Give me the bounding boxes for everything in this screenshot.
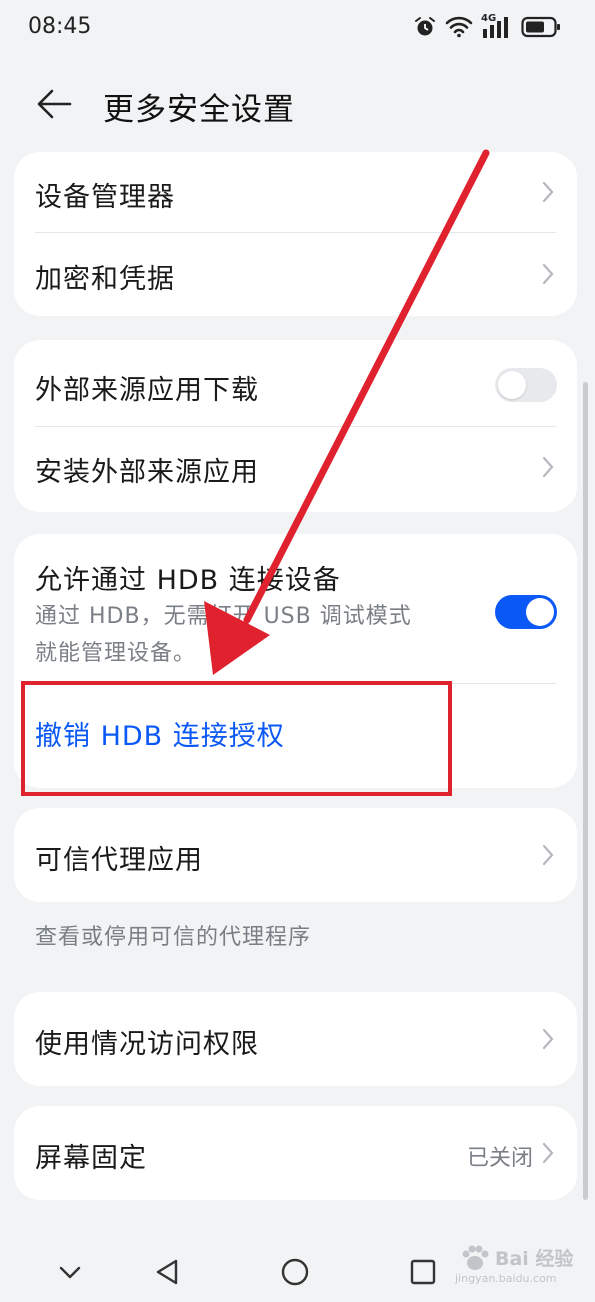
- revoke-hdb-link: 撤销 HDB 连接授权: [35, 721, 285, 752]
- status-icons: 4G: [413, 12, 561, 42]
- settings-group-usage: 使用情况访问权限: [14, 992, 577, 1086]
- install-external-row[interactable]: 安装外部来源应用: [14, 427, 577, 512]
- status-bar: 08:45 4G: [0, 0, 595, 58]
- usage-access-row[interactable]: 使用情况访问权限: [14, 992, 577, 1086]
- chevron-right-icon: [542, 263, 554, 285]
- encryption-row[interactable]: 加密和凭据: [14, 233, 577, 316]
- toggle-knob: [498, 371, 526, 399]
- external-download-label: 外部来源应用下载: [35, 375, 259, 406]
- paw-icon: [462, 1245, 489, 1270]
- revoke-hdb-row[interactable]: 撤销 HDB 连接授权: [14, 684, 577, 788]
- toggle-knob: [526, 598, 554, 626]
- trust-agent-label: 可信代理应用: [35, 845, 203, 876]
- alarm-icon: [415, 17, 435, 36]
- encryption-label: 加密和凭据: [35, 264, 175, 295]
- trust-agent-row[interactable]: 可信代理应用: [14, 808, 577, 902]
- chevron-right-icon: [542, 1142, 554, 1164]
- chevron-right-icon: [542, 844, 554, 866]
- hdb-description-line2: 就能管理设备。: [35, 641, 197, 666]
- hdb-description-line1: 通过 HDB，无需打开 USB 调试模式: [35, 604, 412, 629]
- device-manager-label: 设备管理器: [35, 182, 175, 213]
- chevron-right-icon: [542, 181, 554, 203]
- nav-recents-icon[interactable]: [403, 1254, 443, 1290]
- watermark-subtext: jingyan.baidu.com: [455, 1272, 557, 1285]
- wifi-icon: [445, 16, 473, 38]
- trust-agent-note: 查看或停用可信的代理程序: [35, 925, 312, 950]
- nav-home-icon[interactable]: [275, 1254, 315, 1290]
- screen-pin-row[interactable]: 屏幕固定 已关闭: [14, 1106, 577, 1200]
- scrollbar[interactable]: [583, 382, 588, 1200]
- cellular-signal-icon: 4G: [481, 13, 513, 39]
- chevron-right-icon: [542, 456, 554, 478]
- external-download-toggle[interactable]: [495, 368, 557, 402]
- hdb-row[interactable]: 允许通过 HDB 连接设备 通过 HDB，无需打开 USB 调试模式 就能管理设…: [14, 534, 577, 682]
- watermark: Bai 经验 jingyan.baidu.com: [455, 1240, 585, 1296]
- status-time: 08:45: [28, 14, 92, 39]
- hdb-title: 允许通过 HDB 连接设备: [35, 565, 341, 596]
- install-external-label: 安装外部来源应用: [35, 457, 259, 488]
- settings-group-hdb: 允许通过 HDB 连接设备 通过 HDB，无需打开 USB 调试模式 就能管理设…: [14, 534, 577, 788]
- chevron-right-icon: [542, 1028, 554, 1050]
- watermark-text: Bai 经验: [495, 1248, 574, 1270]
- screen-pin-label: 屏幕固定: [35, 1143, 147, 1174]
- usage-access-label: 使用情况访问权限: [35, 1029, 259, 1060]
- settings-group-trust: 可信代理应用: [14, 808, 577, 902]
- screen-pin-value: 已关闭: [466, 1146, 533, 1171]
- page-title: 更多安全设置: [103, 92, 295, 128]
- external-download-row[interactable]: 外部来源应用下载: [14, 340, 577, 426]
- settings-group-external: 外部来源应用下载 安装外部来源应用: [14, 340, 577, 512]
- nav-back-icon[interactable]: [148, 1254, 188, 1290]
- battery-icon: [521, 16, 560, 38]
- settings-group-device: 设备管理器 加密和凭据: [14, 152, 577, 316]
- device-manager-row[interactable]: 设备管理器: [14, 152, 577, 232]
- settings-group-screen-pin: 屏幕固定 已关闭: [14, 1106, 577, 1200]
- header: 更多安全设置: [0, 72, 595, 136]
- hdb-toggle[interactable]: [495, 595, 557, 629]
- back-arrow-icon[interactable]: [34, 86, 74, 122]
- chevron-down-icon[interactable]: [50, 1254, 90, 1290]
